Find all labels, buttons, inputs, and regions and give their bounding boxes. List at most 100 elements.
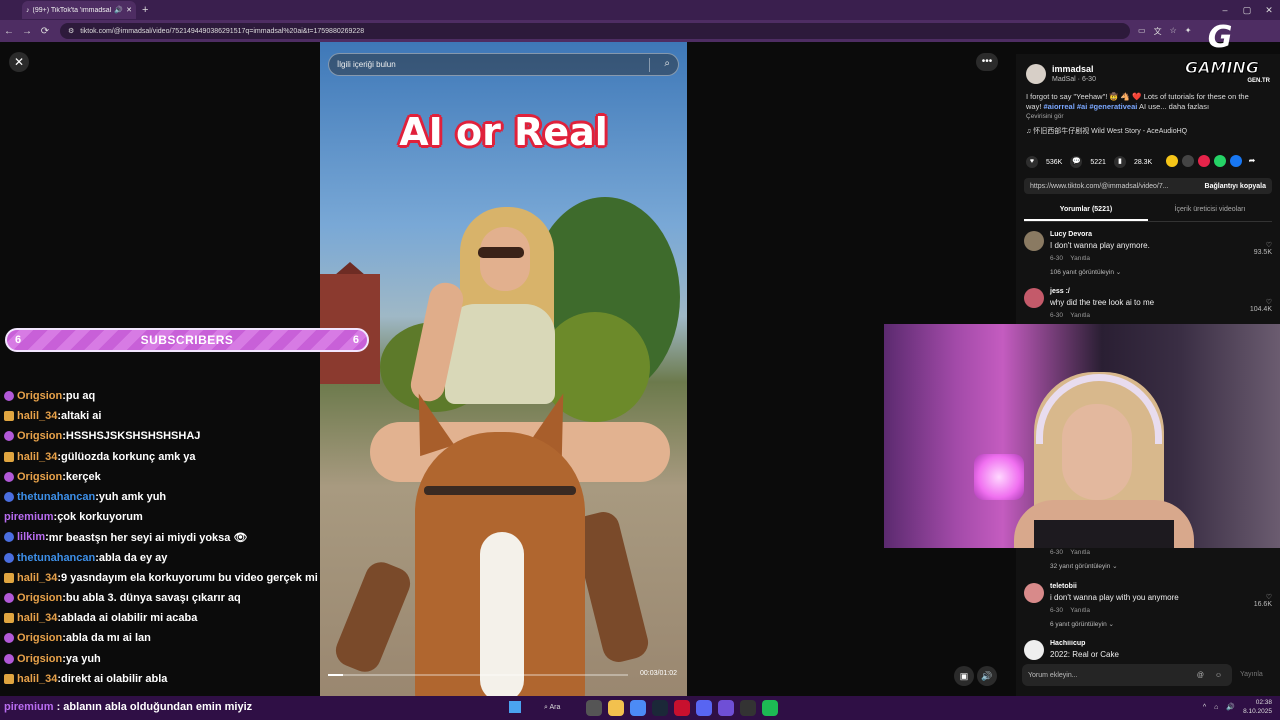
discord-icon[interactable] — [696, 700, 712, 716]
site-info-icon[interactable]: ⚙ — [68, 27, 74, 35]
embed-icon[interactable] — [1182, 155, 1194, 167]
minimize-icon[interactable]: – — [1214, 0, 1236, 20]
engagement-stats: ♥ 536K 💬 5221 ▮ 28.3K — [1026, 156, 1152, 168]
heart-icon[interactable]: ♥ — [1026, 156, 1038, 168]
volume-icon[interactable]: 🔊 — [977, 666, 997, 686]
tab-creator-videos[interactable]: İçerik üreticisi videoları — [1148, 202, 1272, 221]
send-icon[interactable] — [1198, 155, 1210, 167]
emoji-icon[interactable]: ☺ — [1215, 672, 1222, 679]
chat-badge-icon — [4, 471, 14, 482]
commenter-avatar[interactable] — [1024, 583, 1044, 603]
comment-input[interactable]: Yorum ekleyin... @ ☺ — [1022, 664, 1232, 686]
related-search-input[interactable]: İlgili içeriği bulun ⌕ — [328, 53, 679, 76]
file-explorer-icon[interactable] — [608, 700, 624, 716]
comment-like[interactable]: ♡ 104.4K — [1250, 298, 1272, 313]
share-arrow-icon[interactable]: ➦ — [1246, 155, 1258, 167]
chat-username: lilkim — [17, 531, 46, 544]
miniplayer-icon[interactable]: ▣ — [954, 666, 974, 686]
video-progress-bar[interactable] — [328, 674, 628, 676]
reload-button[interactable]: ⟳ — [36, 26, 54, 37]
comment-like[interactable]: ♡ 93.5K — [1254, 241, 1272, 256]
video-player[interactable]: İlgili içeriği bulun ⌕ AI or Real 00:03/… — [320, 42, 687, 696]
cast-icon[interactable]: ▭ — [1138, 26, 1146, 37]
coin-icon[interactable] — [1166, 155, 1178, 167]
more-options-button[interactable]: ••• — [976, 53, 998, 71]
caption-hashtags[interactable]: #aiorreal #ai #generativeai — [1044, 102, 1138, 111]
author-avatar[interactable] — [1026, 64, 1046, 84]
comment-like[interactable]: ♡ 16.6K — [1254, 593, 1272, 608]
chat-badge-icon — [4, 552, 14, 563]
author-name[interactable]: immadsal — [1052, 64, 1094, 74]
translate-icon[interactable]: 文 — [1154, 26, 1162, 37]
chat-message: : — [53, 701, 64, 713]
speaker-icon[interactable]: 🔊 — [114, 6, 123, 14]
chat-username: halil_34 — [17, 450, 58, 463]
see-translation-link[interactable]: Çevirisini gör — [1026, 113, 1064, 120]
bookmark-icon[interactable]: ▮ — [1113, 156, 1126, 168]
facebook-icon[interactable] — [1230, 155, 1242, 167]
video-link-box[interactable]: https://www.tiktok.com/@immadsal/video/7… — [1024, 178, 1272, 194]
post-comment-button[interactable]: Yayınla — [1240, 671, 1263, 678]
app-icon[interactable] — [674, 700, 690, 716]
subscriber-label: SUBSCRIBERS — [140, 333, 234, 347]
taskbar-search[interactable]: ⌕ Ara — [536, 700, 568, 716]
obs-icon[interactable] — [740, 700, 756, 716]
reply-button[interactable]: Yanıtla — [1070, 255, 1090, 262]
gaming-gen-logo: G GAMING GEN.TR — [1170, 20, 1274, 90]
heart-outline-icon[interactable]: ♡ — [1254, 241, 1272, 249]
commenter-avatar[interactable] — [1024, 231, 1044, 251]
forward-button[interactable]: → — [18, 26, 36, 37]
reply-button[interactable]: Yanıtla — [1070, 607, 1090, 614]
commenter-avatar[interactable] — [1024, 288, 1044, 308]
close-video-button[interactable]: ✕ — [9, 52, 29, 72]
comment-meta: 6-30 Yanıtla — [1050, 549, 1090, 556]
chat-line: piremium : çok korkuyorum — [0, 507, 320, 527]
commenter-avatar[interactable] — [1024, 640, 1044, 660]
comment-meta: 6-30 Yanıtla — [1050, 607, 1090, 614]
commenter-name[interactable]: Hachiiicup — [1050, 640, 1085, 647]
app-icon[interactable] — [718, 700, 734, 716]
spotify-icon[interactable] — [762, 700, 778, 716]
whatsapp-icon[interactable] — [1214, 155, 1226, 167]
window-close-icon[interactable]: ✕ — [1258, 0, 1280, 20]
clock[interactable]: 02:38 8.10.2025 — [1243, 698, 1272, 716]
browser-tab[interactable]: ♪ (99+) TikTok'ta 'immadsal u… 🔊 ✕ — [22, 1, 136, 19]
commenter-name[interactable]: teletobii — [1050, 583, 1077, 590]
comment-date: 6-30 — [1050, 312, 1064, 319]
maximize-icon[interactable]: ▢ — [1236, 0, 1258, 20]
view-replies-button[interactable]: 32 yanıt görüntüleyin ⌄ — [1050, 562, 1118, 570]
commenter-name[interactable]: jess :/ — [1050, 288, 1070, 295]
view-replies-button[interactable]: 106 yanıt görüntüleyin ⌄ — [1050, 268, 1121, 276]
tab-close-icon[interactable]: ✕ — [126, 6, 132, 14]
clock-time: 02:38 — [1255, 699, 1272, 706]
tray-volume-icon[interactable]: 🔊 — [1226, 703, 1235, 711]
chat-message: pu aq — [65, 390, 96, 403]
steam-icon[interactable] — [652, 700, 668, 716]
network-icon[interactable]: ⌂ — [1214, 704, 1218, 711]
address-bar[interactable]: ⚙ tiktok.com/@immadsal/video/75214944903… — [60, 23, 1130, 39]
chat-line: Origsion : bu abla 3. dünya savaşı çıkar… — [0, 588, 320, 608]
search-icon[interactable]: ⌕ — [664, 58, 670, 69]
reply-button[interactable]: Yanıtla — [1070, 312, 1090, 319]
chat-badge-icon — [4, 431, 14, 442]
music-link[interactable]: ♫ 怀旧西部牛仔剧视 Wild West Story - AceAudioHQ — [1026, 126, 1187, 136]
logo-word: GAMING — [1185, 58, 1260, 78]
windows-start-icon[interactable] — [509, 701, 521, 713]
reply-button[interactable]: Yanıtla — [1070, 549, 1090, 556]
copy-link-button[interactable]: Bağlantıyı kopyala — [1205, 183, 1266, 190]
view-replies-button[interactable]: 6 yanıt görüntüleyin ⌄ — [1050, 620, 1114, 628]
chrome-icon[interactable] — [630, 700, 646, 716]
heart-outline-icon[interactable]: ♡ — [1250, 298, 1272, 306]
commenter-name[interactable]: Lucy Devora — [1050, 231, 1092, 238]
tab-title: (99+) TikTok'ta 'immadsal u… — [32, 6, 112, 14]
new-tab-button[interactable]: + — [142, 4, 148, 16]
caption-more[interactable]: AI use... daha fazlası — [1137, 102, 1209, 111]
comment-icon[interactable]: 💬 — [1070, 156, 1083, 168]
mention-icon[interactable]: @ — [1197, 672, 1204, 679]
task-view-icon[interactable] — [586, 700, 602, 716]
back-button[interactable]: ← — [0, 26, 18, 37]
chat-line: halil_34 : altaki ai — [0, 406, 320, 426]
heart-outline-icon[interactable]: ♡ — [1254, 593, 1272, 601]
tray-chevron-icon[interactable]: ^ — [1203, 704, 1206, 711]
tab-comments[interactable]: Yorumlar (5221) — [1024, 202, 1148, 221]
